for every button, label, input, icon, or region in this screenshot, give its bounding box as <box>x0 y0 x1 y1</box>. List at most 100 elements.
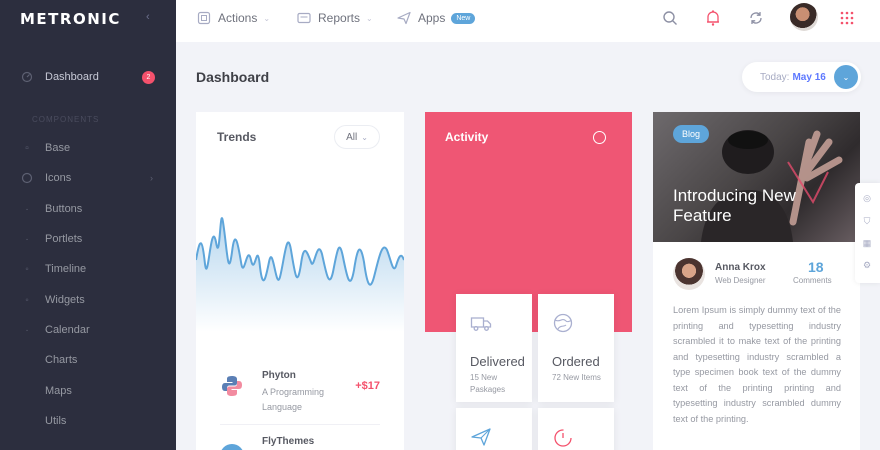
sidebar-item-calendar[interactable]: · Calendar <box>0 319 176 341</box>
reports-icon <box>296 10 312 26</box>
sidebar-item-label: Buttons <box>45 203 83 215</box>
date-picker[interactable]: Today: May 16 ⌄ <box>742 62 861 92</box>
sidebar-item-label: Maps <box>45 385 72 397</box>
tile-title: Delivered <box>470 354 525 369</box>
tile-subtitle: 15 New Paskages <box>470 373 506 394</box>
menu-reports[interactable]: Reports ⌄ <box>296 10 373 26</box>
calendar-icon[interactable]: ⌄ <box>834 65 858 89</box>
menu-actions[interactable]: Actions ⌄ <box>196 10 270 26</box>
blog-card: Blog Introducing New Feature Anna Krox W… <box>653 112 860 450</box>
widgets-icon: ◦ <box>25 294 29 306</box>
chevron-down-icon: ⌄ <box>263 13 271 23</box>
sidebar-toggle-icon[interactable]: ‹ <box>146 11 150 23</box>
sidebar-item-maps[interactable]: Maps <box>0 380 176 402</box>
chart-icon <box>20 353 34 367</box>
timer-icon <box>554 429 572 447</box>
tile-subtitle: 72 New Items <box>552 373 601 382</box>
sidebar-item-label: Widgets <box>45 294 85 306</box>
sidebar-item-portlets[interactable]: · Portlets <box>0 228 176 250</box>
timeline-icon: ◦ <box>25 263 29 275</box>
author-avatar[interactable] <box>673 258 705 290</box>
author-role: Web Designer <box>715 276 766 285</box>
sidebar-item-label: Dashboard <box>45 71 99 83</box>
chevron-down-icon: ⌄ <box>361 132 368 142</box>
sidebar-item-timeline[interactable]: ◦ Timeline <box>0 258 176 280</box>
page-title: Dashboard <box>196 69 270 85</box>
python-logo-icon <box>222 376 242 396</box>
sidebar-item-label: Base <box>45 142 71 154</box>
sidebar-item-base[interactable]: ▫ Base <box>0 137 176 159</box>
blog-excerpt: Lorem Ipsum is simply dummy text of the … <box>673 305 841 424</box>
truck-icon <box>470 317 492 331</box>
sidebar-item-label: Icons <box>45 172 72 184</box>
sidebar-item-dashboard[interactable]: Dashboard 2 <box>0 66 176 88</box>
notification-badge: 2 <box>142 70 155 84</box>
trends-sparkline <box>196 217 404 332</box>
user-avatar[interactable] <box>790 3 818 31</box>
activity-tile-sent[interactable] <box>456 408 532 450</box>
calendar-icon[interactable]: ▦ <box>861 237 873 249</box>
search-icon[interactable] <box>660 8 680 28</box>
trend-item[interactable]: Phyton A Programming Language +$17 <box>220 370 390 420</box>
brand-logo[interactable]: METRONIC <box>20 10 121 28</box>
support-icon[interactable]: ◎ <box>861 192 873 204</box>
blog-hero-image[interactable]: Blog Introducing New Feature <box>653 112 860 242</box>
card-title: Trends <box>217 130 257 144</box>
top-header: Actions ⌄ Reports ⌄ Apps New <box>176 0 880 42</box>
trend-item-name: FlyThemes <box>262 436 315 447</box>
cart-icon[interactable]: ⛉ <box>861 215 873 227</box>
flythemes-logo-icon <box>220 444 244 450</box>
filter-label: All <box>346 131 358 143</box>
blog-badge[interactable]: Blog <box>673 125 710 143</box>
sidebar-item-utils[interactable]: Utils <box>0 410 176 432</box>
sidebar-item-buttons[interactable]: · Buttons <box>0 198 176 220</box>
trend-item-name: Phyton <box>262 370 296 381</box>
blog-title[interactable]: Introducing New Feature <box>673 186 848 226</box>
sync-icon[interactable] <box>746 8 766 28</box>
author-name[interactable]: Anna Krox <box>715 262 766 273</box>
divider <box>220 424 380 425</box>
actions-icon <box>196 10 212 26</box>
sidebar-section-heading: COMPONENTS <box>32 115 100 124</box>
sidebar-item-widgets[interactable]: ◦ Widgets <box>0 289 176 311</box>
comments-count[interactable]: 18 <box>808 259 824 275</box>
date-prefix: Today: <box>760 71 790 83</box>
sidebar-item-icons[interactable]: Icons › <box>0 167 176 189</box>
activity-tile-timer[interactable] <box>538 408 614 450</box>
new-badge: New <box>451 12 476 24</box>
chevron-right-icon: › <box>150 173 153 183</box>
globe-icon <box>553 313 573 333</box>
sidebar-item-label: Calendar <box>45 324 90 336</box>
activity-card: Activity Delivered 15 New Paskages Order… <box>425 112 632 450</box>
options-ring-icon[interactable] <box>593 131 606 144</box>
gear-icon[interactable]: ⚙ <box>861 259 873 271</box>
sidebar-item-label: Portlets <box>45 233 83 245</box>
sidebar: METRONIC ‹ Dashboard 2 COMPONENTS ▫ Base… <box>0 0 176 450</box>
dashboard-icon <box>20 70 34 84</box>
comments-label: Comments <box>793 276 832 285</box>
apps-grid-icon[interactable] <box>837 8 857 28</box>
apps-icon <box>396 10 412 26</box>
activity-tile-ordered[interactable]: Ordered 72 New Items <box>538 294 614 402</box>
activity-tile-delivered[interactable]: Delivered 15 New Paskages <box>456 294 532 402</box>
trend-item-amount: +$17 <box>355 380 380 392</box>
trends-filter-dropdown[interactable]: All ⌄ <box>334 125 380 149</box>
quick-sidebar: ◎ ⛉ ▦ ⚙ <box>855 183 880 283</box>
trends-card: Trends All ⌄ Phyton A Programming Langua… <box>196 112 404 450</box>
map-icon <box>20 384 34 398</box>
sidebar-item-charts[interactable]: Charts <box>0 349 176 371</box>
menu-label: Reports <box>318 11 361 25</box>
portlet-icon: · <box>25 233 29 245</box>
layers-icon: ▫ <box>25 142 29 154</box>
sidebar-item-label: Timeline <box>45 263 87 275</box>
card-title: Activity <box>445 130 489 144</box>
menu-apps[interactable]: Apps New <box>396 10 476 26</box>
date-value: May 16 <box>792 71 826 83</box>
trend-item[interactable]: FlyThemes <box>220 436 390 450</box>
button-icon: · <box>25 203 29 215</box>
sidebar-item-label: Utils <box>45 415 67 427</box>
icons-icon <box>20 171 34 185</box>
tile-title: Ordered <box>552 354 600 369</box>
bell-icon[interactable] <box>703 8 723 28</box>
trend-item-desc: A Programming Language <box>262 387 325 412</box>
